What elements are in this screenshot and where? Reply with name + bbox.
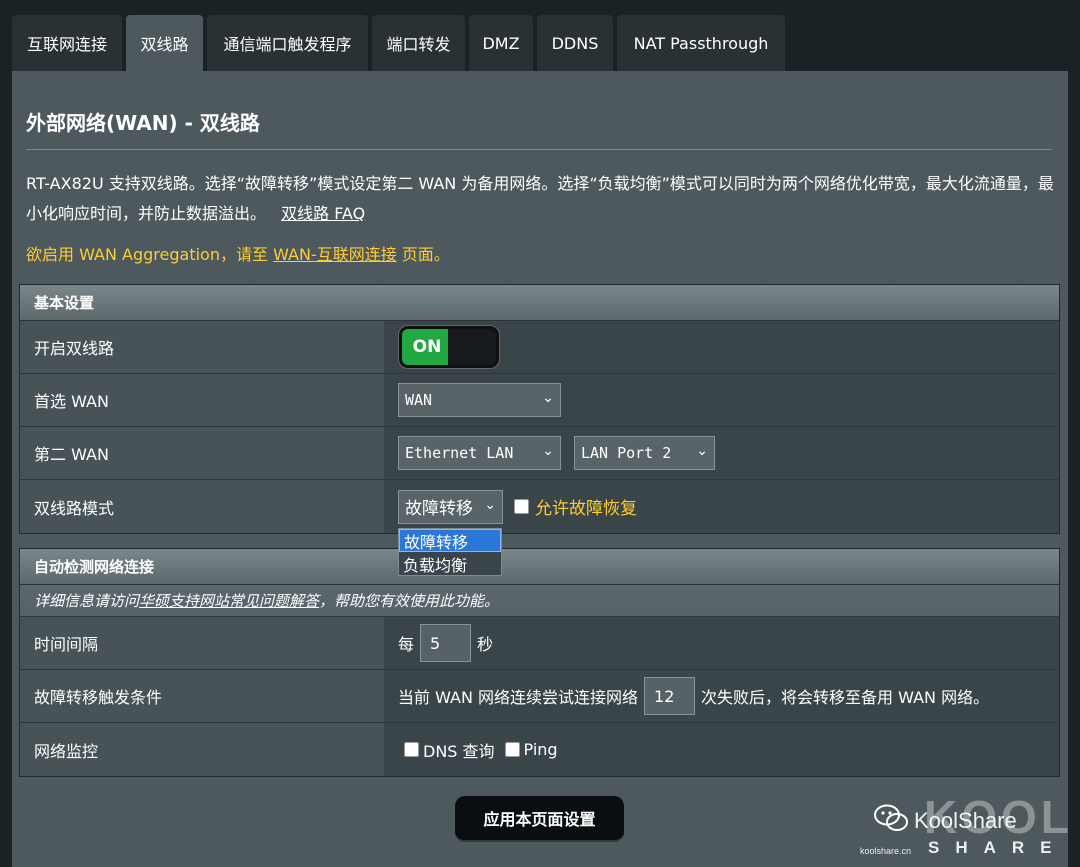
tab-nat-passthrough[interactable]: NAT Passthrough	[617, 15, 785, 71]
enable-dual-wan-label: 开启双线路	[20, 321, 384, 373]
notice-prefix: 欲启用 WAN Aggregation，请至	[26, 245, 274, 264]
option-failover[interactable]: 故障转移	[399, 529, 501, 552]
row-network-monitor: 网络监控 DNS 查询 Ping	[20, 723, 1059, 776]
tab-dual-wan[interactable]: 双线路	[126, 15, 203, 71]
toggle-on-label: ON	[402, 329, 452, 365]
detection-hint: 详细信息请访问 华硕支持网站常见问题解答 ，帮助您有效使用此功能。	[20, 585, 1059, 617]
dns-query-checkbox[interactable]	[404, 742, 419, 757]
row-dual-wan-mode: 双线路模式 故障转移 ⌄ 允许故障恢复	[20, 480, 1059, 533]
interval-input[interactable]: 5	[420, 624, 472, 662]
tab-dmz[interactable]: DMZ	[469, 15, 533, 71]
content-panel: 外部网络(WAN) - 双线路 RT-AX82U 支持双线路。选择“故障转移”模…	[12, 71, 1068, 867]
interval-label: 时间间隔	[20, 617, 384, 669]
interval-prefix: 每	[398, 635, 415, 654]
faq-link[interactable]: 双线路 FAQ	[281, 204, 365, 223]
dual-wan-mode-dropdown: 故障转移 负载均衡	[398, 528, 502, 576]
apply-button[interactable]: 应用本页面设置	[455, 796, 624, 842]
hint-prefix: 详细信息请访问	[34, 592, 140, 610]
allow-failback-checkbox[interactable]	[514, 499, 529, 514]
primary-wan-selected: WAN	[405, 391, 433, 409]
primary-wan-label: 首选 WAN	[20, 374, 384, 426]
option-load-balance[interactable]: 负载均衡	[399, 552, 501, 575]
trigger-count-value: 12	[654, 686, 675, 706]
tab-ddns[interactable]: DDNS	[537, 15, 613, 71]
wan-internet-link[interactable]: WAN-互联网连接	[273, 245, 397, 264]
failover-trigger-value: 当前 WAN 网络连续尝试连接网络 12 次失败后，将会转移至备用 WAN 网络…	[384, 670, 1059, 722]
enable-dual-wan-value: ON	[384, 321, 1059, 373]
page-description: RT-AX82U 支持双线路。选择“故障转移”模式设定第二 WAN 为备用网络。…	[26, 169, 1062, 229]
secondary-wan-value: Ethernet LAN ⌄ LAN Port 2 ⌄	[384, 427, 1059, 479]
network-detection-table: 自动检测网络连接 详细信息请访问 华硕支持网站常见问题解答 ，帮助您有效使用此功能…	[19, 548, 1060, 777]
basic-settings-table: 基本设置 开启双线路 ON 首选 WAN WAN ⌄ 第二 WAN Ethern…	[19, 284, 1060, 534]
network-monitor-value: DNS 查询 Ping	[384, 723, 1059, 776]
koolshare-watermark: KOOL KoolShare SHARE koolshare.cn	[860, 790, 1075, 862]
tab-port-forwarding[interactable]: 端口转发	[372, 15, 465, 71]
row-secondary-wan: 第二 WAN Ethernet LAN ⌄ LAN Port 2 ⌄	[20, 427, 1059, 480]
network-monitor-label: 网络监控	[20, 723, 384, 776]
secondary-wan-select[interactable]: Ethernet LAN ⌄	[398, 436, 561, 470]
ping-checkbox[interactable]	[504, 742, 520, 757]
trigger-count-input[interactable]: 12	[644, 677, 696, 715]
row-primary-wan: 首选 WAN WAN ⌄	[20, 374, 1059, 427]
hint-suffix: ，帮助您有效使用此功能。	[319, 592, 500, 610]
trigger-suffix: 次失败后，将会转移至备用 WAN 网络。	[701, 688, 990, 707]
row-interval: 时间间隔 每 5 秒	[20, 617, 1059, 670]
interval-value: 每 5 秒	[384, 617, 1059, 669]
chevron-down-icon: ⌄	[484, 496, 496, 513]
page-title: 外部网络(WAN) - 双线路	[26, 111, 260, 135]
lan-port-select[interactable]: LAN Port 2 ⌄	[574, 436, 715, 470]
share-text: SHARE	[928, 838, 1068, 857]
site-url: koolshare.cn	[860, 846, 912, 856]
tab-bar: 互联网连接 双线路 通信端口触发程序 端口转发 DMZ DDNS NAT Pas…	[12, 15, 789, 71]
notice-suffix: 页面。	[396, 245, 450, 264]
aggregation-notice: 欲启用 WAN Aggregation，请至 WAN-互联网连接 页面。	[26, 241, 450, 265]
dual-wan-toggle[interactable]: ON	[398, 325, 500, 369]
tab-internet-connection[interactable]: 互联网连接	[12, 15, 122, 71]
lan-port-selected: LAN Port 2	[581, 444, 672, 462]
secondary-wan-selected: Ethernet LAN	[405, 444, 514, 462]
row-enable-dual-wan: 开启双线路 ON	[20, 321, 1059, 374]
dns-query-label: DNS 查询	[423, 741, 495, 761]
allow-failback-label: 允许故障恢复	[535, 499, 637, 519]
interval-input-value: 5	[430, 633, 441, 653]
dual-wan-mode-label: 双线路模式	[20, 480, 384, 533]
dual-wan-mode-selected: 故障转移	[405, 499, 473, 519]
divider	[26, 149, 1052, 150]
wechat-icon	[874, 804, 908, 831]
chevron-down-icon: ⌄	[542, 443, 554, 459]
trigger-prefix: 当前 WAN 网络连续尝试连接网络	[398, 688, 639, 707]
description-text: RT-AX82U 支持双线路。选择“故障转移”模式设定第二 WAN 为备用网络。…	[26, 174, 1054, 223]
failover-trigger-label: 故障转移触发条件	[20, 670, 384, 722]
secondary-wan-label: 第二 WAN	[20, 427, 384, 479]
row-failover-trigger: 故障转移触发条件 当前 WAN 网络连续尝试连接网络 12 次失败后，将会转移至…	[20, 670, 1059, 723]
toggle-knob	[448, 329, 496, 365]
chevron-down-icon: ⌄	[542, 390, 554, 406]
chevron-down-icon: ⌄	[696, 443, 708, 459]
brand-text: KoolShare	[914, 808, 1017, 833]
asus-faq-link[interactable]: 华硕支持网站常见问题解答	[139, 590, 319, 611]
ping-label: Ping	[523, 740, 558, 759]
primary-wan-value: WAN ⌄	[384, 374, 1059, 426]
tab-port-trigger[interactable]: 通信端口触发程序	[207, 15, 368, 71]
section-header-basic: 基本设置	[20, 285, 1059, 321]
interval-suffix: 秒	[477, 635, 494, 654]
dual-wan-mode-value: 故障转移 ⌄ 允许故障恢复	[384, 480, 1059, 533]
dual-wan-mode-select[interactable]: 故障转移 ⌄	[398, 489, 503, 524]
primary-wan-select[interactable]: WAN ⌄	[398, 383, 561, 417]
section-header-detection: 自动检测网络连接	[20, 549, 1059, 585]
